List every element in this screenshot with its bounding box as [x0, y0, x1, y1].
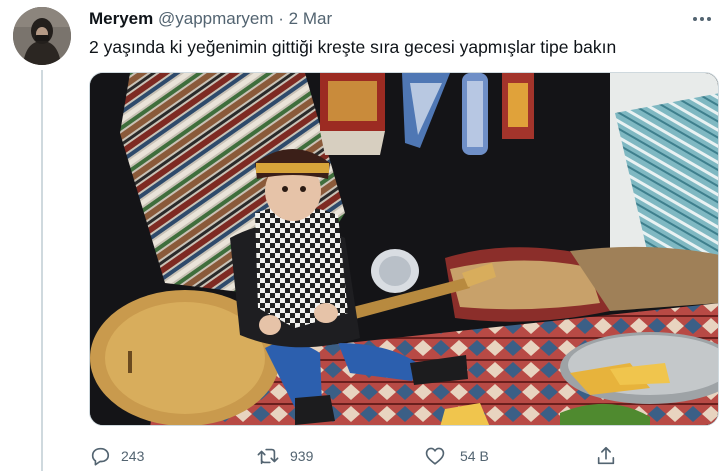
thread-line — [41, 70, 43, 471]
like-button[interactable]: 54 B — [424, 442, 489, 470]
reply-icon — [91, 447, 110, 466]
share-icon — [597, 446, 615, 465]
user-handle[interactable]: @yappmaryem — [158, 9, 274, 28]
display-name[interactable]: Meryem — [89, 9, 153, 28]
tweet: Meryem @yappmaryem · 2 Mar 2 yaşında ki … — [0, 0, 726, 471]
separator-dot: · — [278, 9, 284, 28]
share-button[interactable] — [595, 442, 617, 470]
retweet-count: 939 — [290, 448, 314, 464]
tweet-header: Meryem @yappmaryem · 2 Mar — [89, 9, 332, 29]
retweet-button[interactable]: 939 — [256, 442, 313, 470]
tweet-date[interactable]: 2 Mar — [289, 9, 332, 28]
reply-count: 243 — [121, 448, 145, 464]
heart-icon — [425, 447, 445, 465]
more-dots-icon[interactable] — [689, 8, 715, 30]
tweet-text: 2 yaşında ki yeğenimin gittiği kreşte sı… — [89, 37, 617, 57]
photo-illustration — [90, 73, 718, 425]
reply-button[interactable]: 243 — [89, 442, 144, 470]
like-count: 54 B — [460, 448, 489, 464]
retweet-icon — [257, 448, 279, 465]
avatar[interactable] — [13, 7, 71, 65]
tweet-actions: 243 939 54 B — [89, 442, 719, 470]
tweet-photo[interactable] — [89, 72, 719, 426]
